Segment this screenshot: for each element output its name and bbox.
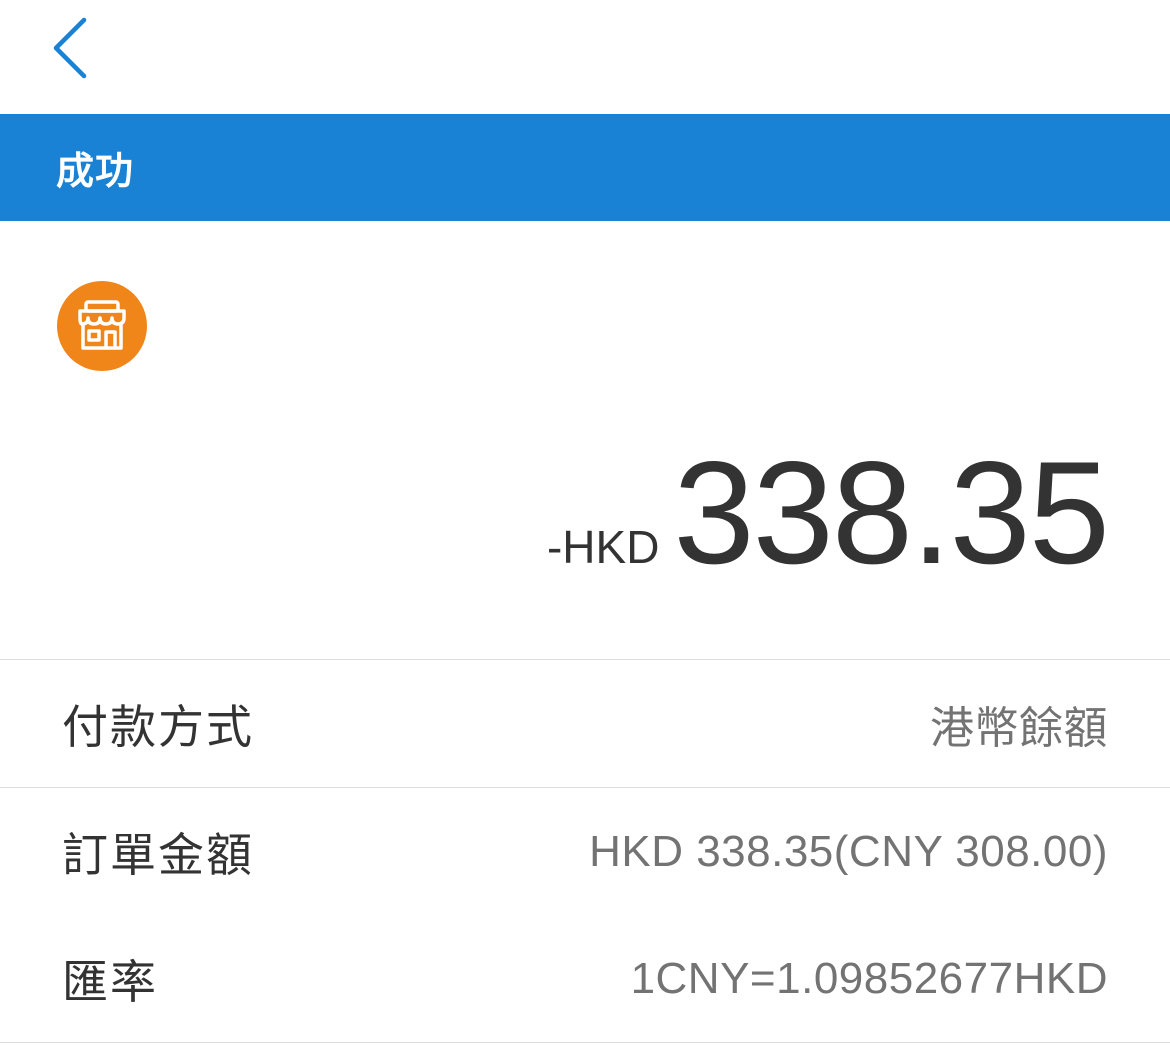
payment-method-label: 付款方式: [62, 701, 254, 753]
back-button[interactable]: [40, 12, 100, 84]
store-icon: [78, 300, 126, 350]
order-amount-label: 訂單金額: [62, 829, 254, 881]
divider: [0, 1042, 1170, 1043]
order-amount-value: HKD 338.35(CNY 308.00): [589, 827, 1108, 876]
nav-bar: [0, 0, 1170, 114]
divider: [0, 659, 1170, 660]
detail-row-order-amount: 訂單金額 HKD 338.35(CNY 308.00): [0, 789, 1170, 915]
exchange-rate-value: 1CNY=1.09852677HKD: [630, 954, 1108, 1003]
detail-row-payment-method: 付款方式 港幣餘額: [0, 661, 1170, 787]
detail-row-exchange-rate: 匯率 1CNY=1.09852677HKD: [0, 916, 1170, 1042]
status-label: 成功: [56, 151, 135, 193]
chevron-left-icon: [53, 17, 87, 79]
merchant-avatar: [57, 281, 147, 371]
payment-method-value: 港幣餘額: [930, 704, 1108, 753]
amount-value: 338.35: [673, 431, 1110, 594]
divider: [0, 787, 1170, 788]
exchange-rate-label: 匯率: [62, 956, 158, 1008]
amount-currency-prefix: -HKD: [546, 521, 660, 573]
status-banner: 成功: [0, 114, 1170, 221]
transaction-amount: -HKD 338.35: [546, 431, 1110, 600]
